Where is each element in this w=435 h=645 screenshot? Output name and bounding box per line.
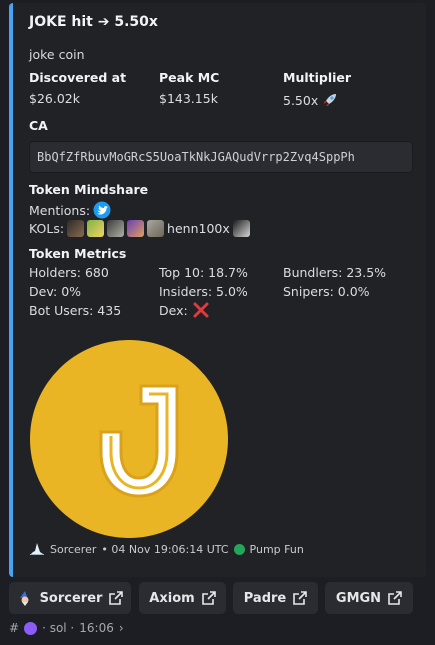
dev-value: Dev: 0% [29, 284, 82, 299]
chain-label: · sol · [42, 621, 75, 635]
sorcerer-button-label: Sorcerer [39, 590, 103, 606]
dex-label: Dex: [159, 302, 188, 318]
multiplier-label: Multiplier [283, 70, 352, 85]
mentions-label: Mentions: [29, 202, 91, 218]
ca-address[interactable]: BbQfZfRbuvMoGRcS5UoaTkNkJGAQudVrrp2Zvq4S… [37, 150, 355, 164]
message-meta: # · sol · 16:06 › [9, 621, 124, 635]
sorcerer-button[interactable]: Sorcerer [9, 582, 131, 614]
mindshare-label: Token Mindshare [29, 182, 149, 197]
ca-label: CA [29, 118, 48, 133]
mentions-row: Mentions: [29, 201, 111, 219]
kols-label: KOLs: [29, 221, 65, 236]
external-link-icon [293, 591, 308, 605]
bot-users-value: Bot Users: 435 [29, 303, 122, 318]
twitter-bird-icon[interactable] [93, 201, 111, 219]
dex-row: Dex: [159, 301, 210, 319]
chevron-right-icon[interactable]: › [119, 621, 124, 635]
multiplier-row: 5.50x [283, 91, 339, 109]
kol-avatar-icon[interactable] [87, 220, 105, 237]
insiders-value: Insiders: 5.0% [159, 284, 248, 299]
gmgn-button[interactable]: GMGN [325, 582, 413, 614]
external-link-icon [109, 591, 124, 605]
axiom-button-label: Axiom [149, 590, 195, 606]
green-circle-icon [233, 543, 245, 555]
kol-avatar-icon[interactable] [147, 220, 165, 237]
footer-platform: Pump Fun [249, 542, 304, 556]
metrics-label: Token Metrics [29, 246, 127, 261]
purple-circle-icon [24, 621, 38, 635]
snipers-value: Snipers: 0.0% [283, 284, 370, 299]
footer-timestamp: • 04 Nov 19:06:14 UTC [101, 542, 229, 556]
peak-mc-label: Peak MC [159, 70, 220, 85]
cross-mark-icon [193, 302, 209, 318]
embed-footer: Sorcerer • 04 Nov 19:06:14 UTC Pump Fun [29, 541, 304, 557]
peak-mc-value: $143.15k [159, 91, 218, 106]
token-logo [30, 340, 228, 538]
top10-value: Top 10: 18.7% [159, 265, 248, 280]
discovered-label: Discovered at [29, 70, 127, 85]
kol-name[interactable]: henn100x [167, 221, 230, 236]
padre-button[interactable]: Padre [233, 582, 318, 614]
footer-bot-name: Sorcerer [50, 542, 97, 556]
embed-description: joke coin [29, 47, 85, 62]
multiplier-value: 5.50x [283, 92, 319, 108]
bundlers-value: Bundlers: 23.5% [283, 265, 387, 280]
ca-codeblock[interactable]: BbQfZfRbuvMoGRcS5UoaTkNkJGAQudVrrp2Zvq4S… [29, 141, 413, 173]
axiom-button[interactable]: Axiom [139, 582, 226, 614]
kols-row: KOLs: henn100x [29, 220, 250, 237]
rocket-icon [323, 94, 337, 107]
discovered-value: $26.02k [29, 91, 80, 106]
kol-avatar-icon[interactable] [67, 220, 85, 237]
external-link-icon [388, 591, 402, 605]
kol-avatar-icon[interactable] [107, 220, 125, 237]
padre-button-label: Padre [243, 590, 287, 606]
kol-avatar-icon[interactable] [127, 220, 145, 237]
holders-value: Holders: 680 [29, 265, 109, 280]
wizard-hat-icon [30, 543, 44, 555]
kol-avatar-icon[interactable] [232, 220, 250, 237]
message-time[interactable]: 16:06 [79, 621, 114, 635]
gmgn-button-label: GMGN [335, 590, 382, 606]
external-link-icon [201, 591, 216, 605]
wizard-icon [19, 591, 29, 606]
hash-label: # [9, 621, 20, 635]
embed-title: JOKE hit ➔ 5.50x [29, 14, 158, 30]
alert-embed: JOKE hit ➔ 5.50x joke coin Discovered at… [9, 3, 426, 577]
